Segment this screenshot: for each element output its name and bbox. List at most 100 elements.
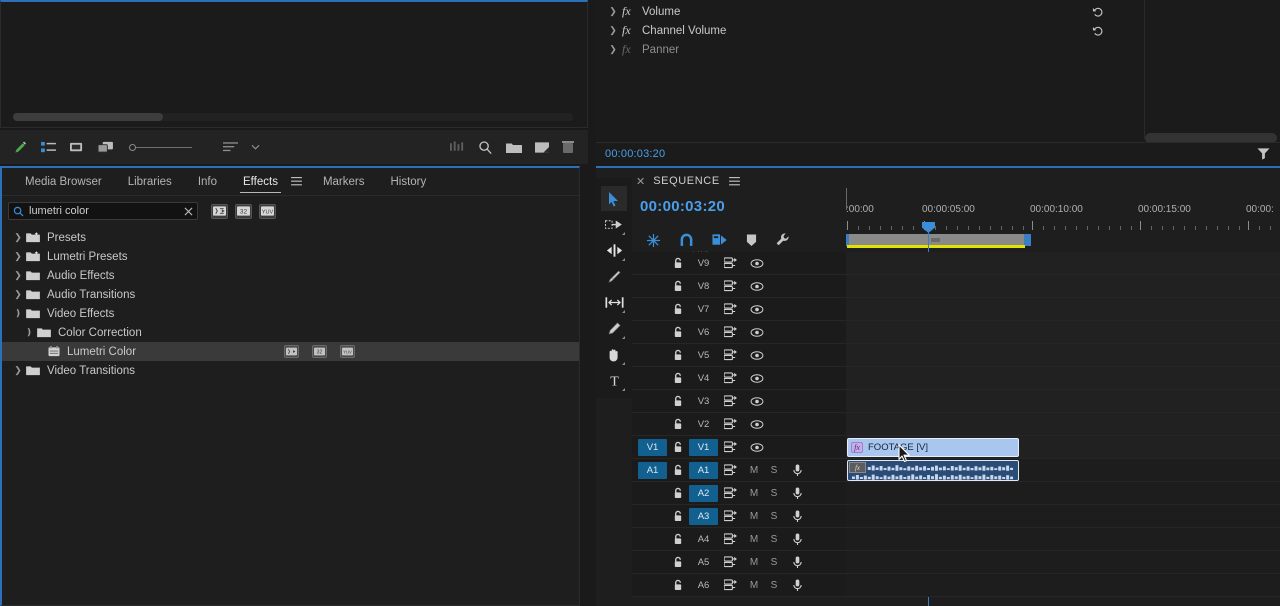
- lock-track-icon[interactable]: [667, 257, 689, 269]
- linked-selection-icon[interactable]: [712, 233, 728, 247]
- lock-track-icon[interactable]: [667, 464, 689, 476]
- track-header-v7[interactable]: V7: [632, 298, 846, 320]
- solo-track-button[interactable]: S: [764, 580, 784, 591]
- track-name-v2[interactable]: V2: [689, 416, 718, 433]
- close-tab-icon[interactable]: ✕: [636, 175, 645, 188]
- sync-lock-icon[interactable]: [718, 372, 744, 384]
- track-row[interactable]: V7: [632, 298, 1280, 321]
- track-body[interactable]: [846, 482, 1280, 504]
- track-row[interactable]: A2 M S: [632, 482, 1280, 505]
- sync-lock-icon[interactable]: [718, 487, 744, 499]
- tree-item-audio-transitions[interactable]: ❯ Audio Transitions: [2, 285, 579, 304]
- snap-magnet-icon[interactable]: [679, 233, 694, 247]
- source-target-toggle[interactable]: [638, 508, 667, 525]
- toggle-track-output-eye-icon[interactable]: [744, 351, 770, 360]
- track-name-v7[interactable]: V7: [689, 301, 718, 318]
- sequence-tab-label[interactable]: SEQUENCE: [653, 175, 720, 187]
- new-bin-icon[interactable]: [506, 141, 522, 154]
- work-area-grip[interactable]: [931, 238, 940, 242]
- freeform-view-icon[interactable]: [97, 141, 114, 154]
- chevron-right-icon[interactable]: ❯: [10, 232, 26, 243]
- razor-tool[interactable]: [601, 264, 627, 289]
- chevron-down-icon[interactable]: ❫: [21, 327, 37, 338]
- source-target-toggle[interactable]: [638, 255, 667, 272]
- lock-track-icon[interactable]: [667, 533, 689, 545]
- track-name-a5[interactable]: A5: [689, 554, 718, 571]
- pen-tool-icon[interactable]: [13, 140, 28, 155]
- delete-icon[interactable]: [562, 140, 574, 154]
- track-row[interactable]: V9: [632, 252, 1280, 275]
- clear-search-icon[interactable]: [184, 207, 193, 216]
- track-row[interactable]: A6 M S: [632, 574, 1280, 597]
- mute-track-button[interactable]: M: [744, 511, 764, 522]
- tree-item-audio-effects[interactable]: ❯ Audio Effects: [2, 266, 579, 285]
- solo-track-button[interactable]: S: [764, 534, 784, 545]
- lock-track-icon[interactable]: [667, 349, 689, 361]
- track-body[interactable]: [846, 551, 1280, 573]
- toggle-track-output-eye-icon[interactable]: [744, 305, 770, 314]
- track-header-v4[interactable]: V4: [632, 367, 846, 389]
- effect-row-panner[interactable]: ❯ fx Panner: [596, 40, 1280, 59]
- track-body[interactable]: [846, 344, 1280, 366]
- mute-track-button[interactable]: M: [744, 557, 764, 568]
- effect-controls-timecode[interactable]: 00:00:03:20: [596, 148, 665, 160]
- toggle-track-output-eye-icon[interactable]: [744, 420, 770, 429]
- 32-bit-color-filter[interactable]: 32: [235, 204, 252, 219]
- track-name-a2[interactable]: A2: [689, 485, 718, 502]
- track-row[interactable]: V6: [632, 321, 1280, 344]
- track-body[interactable]: [846, 298, 1280, 320]
- zoom-slider-knob[interactable]: [129, 144, 136, 151]
- track-header-a3[interactable]: A3 M S: [632, 505, 846, 527]
- track-row[interactable]: V8: [632, 275, 1280, 298]
- ripple-edit-tool[interactable]: [601, 238, 627, 263]
- source-target-toggle[interactable]: [638, 393, 667, 410]
- panel-menu-icon[interactable]: [729, 177, 740, 186]
- lock-track-icon[interactable]: [667, 326, 689, 338]
- track-row[interactable]: V2: [632, 413, 1280, 436]
- sync-lock-icon[interactable]: [718, 349, 744, 361]
- type-tool[interactable]: T: [601, 368, 627, 393]
- tab-media-browser[interactable]: Media Browser: [12, 168, 115, 196]
- track-header-v8[interactable]: V8: [632, 275, 846, 297]
- source-target-toggle[interactable]: [638, 577, 667, 594]
- sync-lock-icon[interactable]: [718, 579, 744, 591]
- track-body[interactable]: [846, 574, 1280, 596]
- sort-icon[interactable]: [223, 141, 238, 153]
- video-clip[interactable]: fx FOOTAGE [V]: [847, 438, 1019, 457]
- reset-parameter-icon[interactable]: [1092, 25, 1104, 37]
- chevron-down-icon[interactable]: ❫: [10, 308, 26, 319]
- toggle-track-output-eye-icon[interactable]: [744, 443, 770, 452]
- track-body-a1[interactable]: fx: [846, 459, 1280, 481]
- toggle-track-output-eye-icon[interactable]: [744, 282, 770, 291]
- voice-over-record-mic-icon[interactable]: [784, 533, 810, 546]
- source-target-toggle[interactable]: [638, 370, 667, 387]
- chevron-right-icon[interactable]: ❯: [10, 289, 26, 300]
- track-row[interactable]: A4 M S: [632, 528, 1280, 551]
- mute-track-button[interactable]: M: [744, 580, 764, 591]
- find-icon[interactable]: [478, 140, 493, 155]
- selection-tool[interactable]: [601, 186, 627, 211]
- reset-parameter-icon[interactable]: [1092, 6, 1104, 18]
- tree-item-lumetri-color[interactable]: Lumetri Color 32 YUV: [2, 342, 579, 361]
- yuv-filter[interactable]: YUV: [259, 204, 276, 219]
- tab-libraries[interactable]: Libraries: [115, 168, 185, 196]
- track-row[interactable]: V1 V1 fx FOOTAGE [V]: [632, 436, 1280, 459]
- sync-lock-icon[interactable]: [718, 464, 744, 476]
- lock-track-icon[interactable]: [667, 441, 689, 453]
- track-body-v1[interactable]: fx FOOTAGE [V]: [846, 436, 1280, 458]
- zoom-slider[interactable]: [129, 144, 192, 151]
- voice-over-record-mic-icon[interactable]: [784, 579, 810, 592]
- list-view-icon[interactable]: [41, 141, 56, 154]
- mute-track-button[interactable]: M: [744, 534, 764, 545]
- chevron-down-icon[interactable]: [251, 144, 260, 151]
- source-target-toggle[interactable]: [638, 278, 667, 295]
- track-header-v2[interactable]: V2: [632, 413, 846, 435]
- tab-history[interactable]: History: [377, 168, 439, 196]
- sync-lock-icon[interactable]: [718, 326, 744, 338]
- track-row[interactable]: V4: [632, 367, 1280, 390]
- toggle-track-output-eye-icon[interactable]: [744, 374, 770, 383]
- track-header-a2[interactable]: A2 M S: [632, 482, 846, 504]
- pen-tool[interactable]: [601, 316, 627, 341]
- sync-lock-icon[interactable]: [718, 533, 744, 545]
- tab-markers[interactable]: Markers: [310, 168, 378, 196]
